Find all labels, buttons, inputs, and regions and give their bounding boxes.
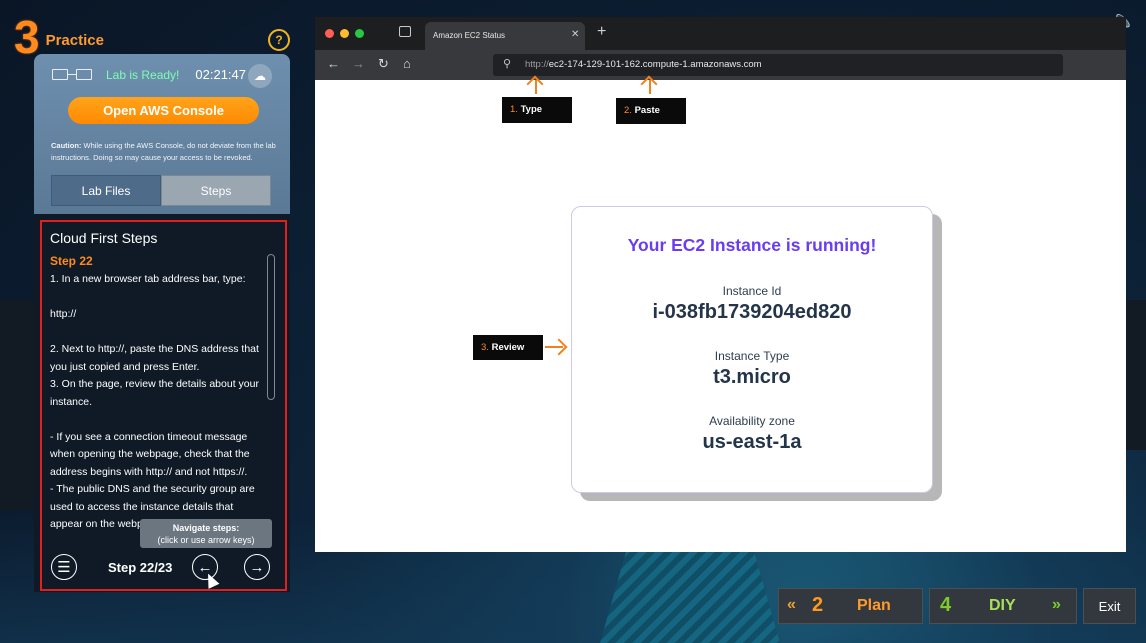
instance-id-label: Instance Id — [722, 284, 782, 298]
browser-navbar: ← → ↻ ⌂ ⚲ http://ec2-174-129-101-162.com… — [315, 50, 1126, 80]
browser-tabbar: Amazon EC2 Status ✕ + — [315, 17, 1126, 50]
availability-zone-label: Availability zone — [709, 414, 795, 428]
step-line — [50, 289, 264, 307]
close-tab-icon[interactable]: ✕ — [571, 29, 579, 40]
annotation-review-label: Review — [491, 342, 525, 353]
lab-panel: Lab is Ready! 02:21:47 ☁ Open AWS Consol… — [34, 54, 290, 214]
address-host: ec2-174-129-101-162.compute-1.amazonaws.… — [548, 59, 762, 70]
open-aws-console-button[interactable]: Open AWS Console — [68, 97, 259, 124]
maximize-window-icon[interactable] — [355, 29, 364, 38]
annotation-type: 1. Type — [502, 97, 572, 123]
lab-status: Lab is Ready! — [106, 67, 180, 82]
practice-number: 3 — [14, 11, 40, 63]
caution-body: While using the AWS Console, do not devi… — [51, 141, 276, 162]
close-window-icon[interactable] — [325, 29, 334, 38]
review-arrow-icon — [545, 346, 563, 348]
annotation-review-num: 3. — [481, 342, 489, 353]
type-arrow-icon — [535, 80, 537, 94]
home-icon[interactable]: ⌂ — [403, 56, 411, 71]
step-line: http:// — [50, 308, 77, 320]
annotation-type-label: Type — [520, 104, 543, 115]
address-protocol: http:// — [525, 59, 549, 70]
tooltip-title: Navigate steps: — [172, 523, 240, 533]
browser-tab[interactable]: Amazon EC2 Status ✕ — [425, 22, 585, 50]
tab-steps[interactable]: Steps — [161, 175, 271, 206]
diy-label: DIY — [989, 597, 1016, 614]
caution-label: Caution: — [51, 141, 82, 150]
practice-label: Practice — [45, 31, 104, 49]
annotation-paste-label: Paste — [634, 105, 660, 116]
lab-timer: 02:21:47 — [195, 67, 246, 82]
step-line: 2. Next to http://, paste the DNS addres… — [50, 343, 259, 373]
paste-arrow-icon — [649, 80, 651, 94]
plan-number: 2 — [812, 594, 824, 616]
step-line — [50, 324, 264, 342]
diy-number: 4 — [940, 594, 952, 616]
double-chevron-right-icon: » — [1052, 596, 1061, 613]
instance-card: Your EC2 Instance is running! Instance I… — [571, 206, 933, 493]
browser-tab-title: Amazon EC2 Status — [433, 31, 506, 40]
step-counter: Step 22/23 — [108, 560, 173, 575]
step-navigation: ☰ Step 22/23 ← → — [50, 554, 275, 582]
step-line: 3. On the page, review the details about… — [50, 378, 259, 408]
lab-connection-icon — [52, 68, 94, 81]
new-tab-icon[interactable]: + — [597, 23, 606, 41]
scene-pedestal — [600, 548, 780, 643]
step-line — [50, 411, 264, 429]
exit-button[interactable]: Exit — [1083, 588, 1136, 624]
step-list-icon[interactable]: ☰ — [51, 554, 77, 580]
annotation-paste: 2. Paste — [616, 98, 686, 124]
annotation-paste-num: 2. — [624, 105, 632, 116]
back-icon[interactable]: ← — [327, 56, 340, 71]
availability-zone-value: us-east-1a — [702, 431, 802, 453]
lab-tabs: Lab Files Steps — [51, 175, 271, 206]
diy-button[interactable]: 4 DIY » — [929, 588, 1077, 624]
annotation-review: 3. Review — [473, 335, 543, 360]
steps-title: Cloud First Steps — [50, 230, 158, 246]
scene-block-right — [1126, 300, 1146, 450]
step-instructions: 1. In a new browser tab address bar, typ… — [50, 271, 264, 534]
annotation-type-num: 1. — [510, 104, 518, 115]
step-line: 1. In a new browser tab address bar, typ… — [50, 273, 246, 285]
plan-label: Plan — [857, 597, 891, 614]
forward-icon[interactable]: → — [352, 56, 365, 71]
tab-overview-icon[interactable] — [399, 26, 411, 37]
tooltip-subtitle: (click or use arrow keys) — [157, 535, 255, 545]
steps-scrollbar[interactable] — [267, 254, 275, 400]
card-title: Your EC2 Instance is running! — [627, 235, 877, 255]
help-icon[interactable]: ? — [268, 29, 290, 51]
step-label: Step 22 — [50, 254, 93, 268]
tab-lab-files[interactable]: Lab Files — [51, 175, 161, 206]
plan-button[interactable]: « 2 Plan — [778, 588, 923, 624]
navigate-tooltip: Navigate steps: (click or use arrow keys… — [140, 519, 272, 548]
search-icon: ⚲ — [503, 58, 512, 70]
caution-text: Caution: While using the AWS Console, do… — [51, 140, 279, 164]
minimize-window-icon[interactable] — [340, 29, 349, 38]
double-chevron-left-icon: « — [787, 596, 796, 613]
reload-icon[interactable]: ↻ — [378, 56, 389, 72]
address-bar[interactable]: ⚲ http://ec2-174-129-101-162.compute-1.a… — [493, 54, 1063, 76]
cloud-upload-icon[interactable]: ☁ — [248, 64, 272, 88]
lab-status-row: Lab is Ready! 02:21:47 — [52, 67, 246, 82]
step-line: - If you see a connection timeout messag… — [50, 430, 250, 478]
instance-id-value: i-038fb1739204ed820 — [652, 301, 852, 323]
instance-type-value: t3.micro — [713, 366, 791, 388]
next-step-button[interactable]: → — [244, 554, 270, 580]
instance-type-label: Instance Type — [714, 349, 790, 363]
